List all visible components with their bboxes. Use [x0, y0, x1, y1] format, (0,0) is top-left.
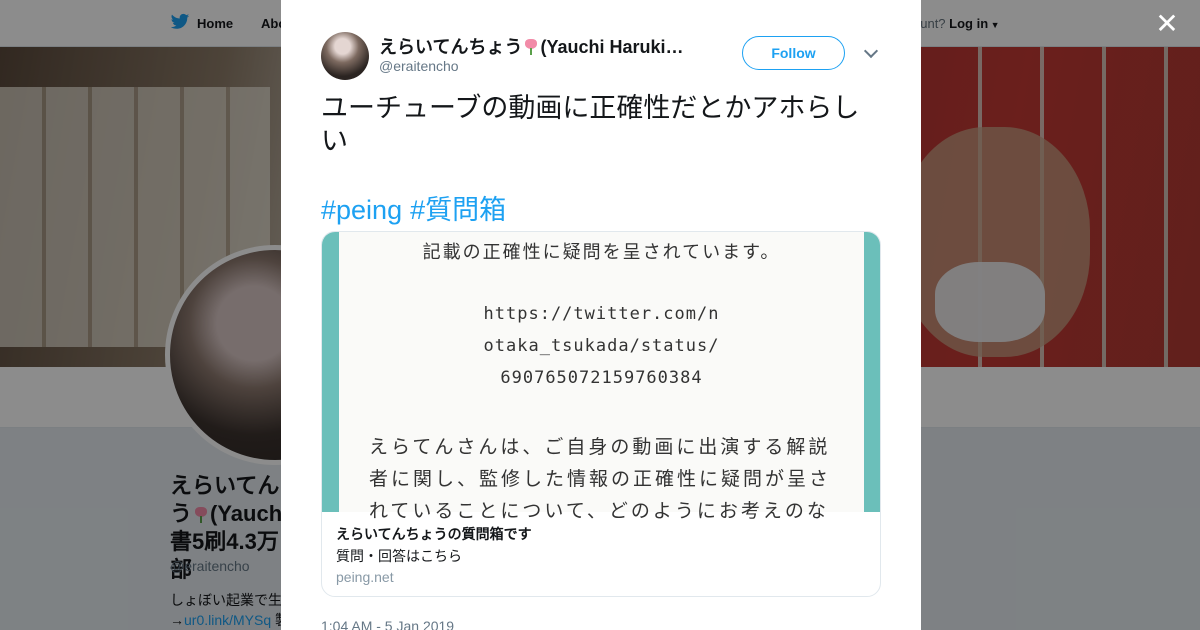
author-avatar[interactable] [321, 32, 369, 80]
card-image-text: otaka_tsukada/status/ [483, 336, 720, 356]
author-handle[interactable]: @eraitencho [379, 58, 459, 74]
tweet-text: ユーチューブの動画に正確性だとかアホらしい [321, 93, 860, 156]
close-icon[interactable]: ✕ [1155, 10, 1179, 38]
card-description: 質問・回答はこちら [336, 548, 462, 564]
card-title: えらいてんちょうの質問箱です [336, 526, 532, 542]
chevron-down-icon[interactable] [863, 43, 879, 59]
card-domain: peing.net [336, 569, 394, 585]
author-name-part: えらいてんちょう [379, 37, 523, 57]
card-image-text: れていることについて、どのようにお考えのな [369, 500, 829, 522]
card-image: 記載の正確性に疑問を呈されています。 https://twitter.com/n… [322, 232, 880, 522]
author-name[interactable]: えらいてんちょう (Yauchi Haruki… [379, 33, 699, 59]
card-image-text: えらてんさんは、ご自身の動画に出演する解説 [369, 436, 831, 458]
card-image-text: 690765072159760384 [500, 368, 703, 388]
tweet-modal: えらいてんちょう (Yauchi Haruki… @eraitencho Foll… [281, 0, 921, 630]
card-image-text: https://twitter.com/n [483, 304, 720, 324]
card-image-text: 者に関し、監修した情報の正確性に疑問が呈さ [369, 468, 832, 490]
link-preview-card[interactable]: 記載の正確性に疑問を呈されています。 https://twitter.com/n… [321, 231, 881, 597]
card-image-paper: 記載の正確性に疑問を呈されています。 https://twitter.com/n… [339, 232, 864, 522]
tulip-emoji-icon [524, 39, 538, 55]
follow-button[interactable]: Follow [742, 36, 845, 70]
hashtag-link[interactable]: #peing [321, 195, 402, 225]
author-name-part: (Yauchi Haruki… [540, 37, 684, 57]
tweet-hashtags: #peing #質問箱 [321, 188, 514, 227]
hashtag-link[interactable]: #質問箱 [410, 195, 506, 225]
card-image-text: 記載の正確性に疑問を呈されています。 [422, 242, 781, 263]
tweet-timestamp[interactable]: 1:04 AM - 5 Jan 2019 [321, 618, 454, 630]
